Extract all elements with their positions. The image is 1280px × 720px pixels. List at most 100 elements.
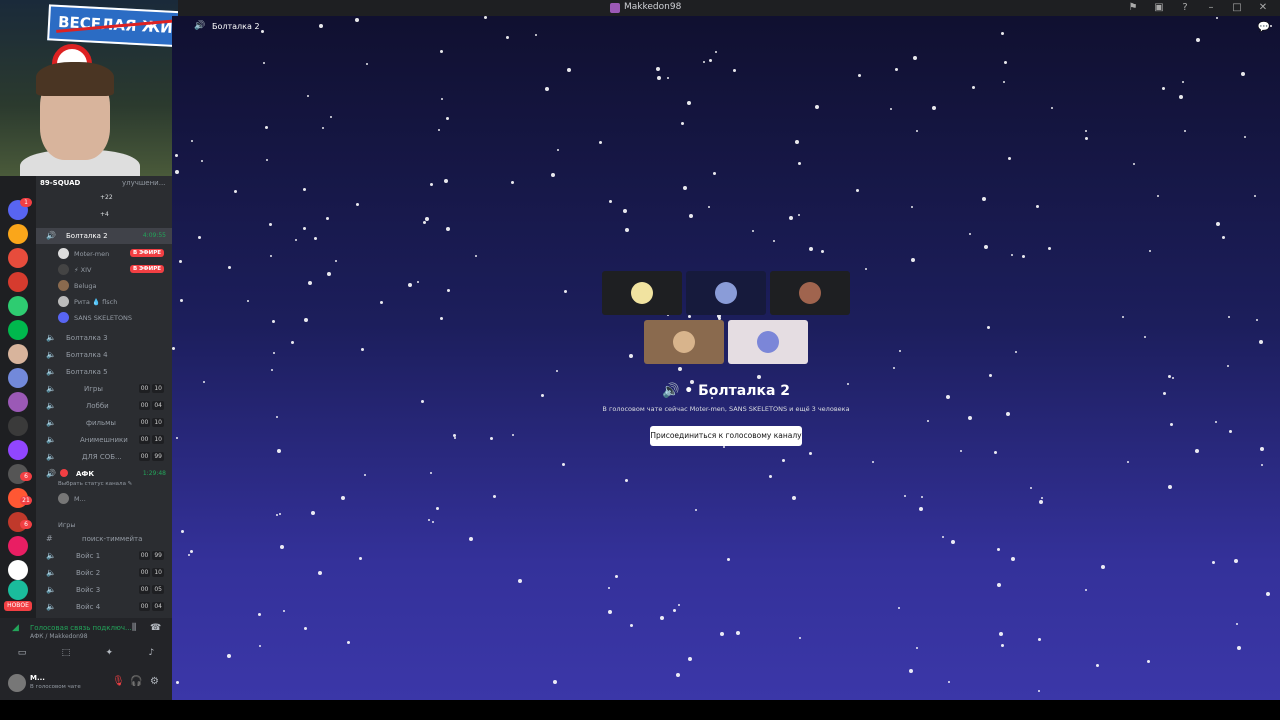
participant-tile[interactable] [602,271,682,315]
voice-user[interactable]: Moter-men В ЭФИРЕ [36,245,172,261]
voice-channel[interactable]: 🔈 Анимешники 00 10 [36,432,172,448]
help-icon[interactable]: ? [1178,2,1192,13]
screen-share-icon[interactable]: ⬚ [62,648,71,658]
server-icon[interactable] [8,580,28,600]
voice-status[interactable]: Голосовая связь подключ... [30,624,132,632]
close-icon[interactable]: ✕ [1256,2,1270,13]
server-icon[interactable] [8,272,28,292]
star [960,450,962,452]
avatar[interactable] [8,674,26,692]
server-badge: 6 [20,472,32,481]
mic-muted-icon[interactable]: 🎙 [112,676,125,687]
star [261,30,264,33]
speaker-icon: 🔈 [46,418,56,427]
star [792,496,796,500]
server-icon[interactable] [8,248,28,268]
star [318,571,322,575]
server-icon[interactable] [8,368,28,388]
voice-channel[interactable]: 🔈 Войс 3 00 05 [36,582,172,598]
category-header[interactable]: Игры [58,521,76,529]
channel-timer: 4:09:55 [142,232,166,239]
pin-icon[interactable]: ⚑ [1126,2,1140,13]
participant-tile[interactable] [770,271,850,315]
star [1011,557,1015,561]
server-icon[interactable] [8,416,28,436]
star [355,18,359,22]
voice-user[interactable]: M... [36,490,172,506]
star [1144,336,1146,338]
voice-channel[interactable]: 🔈 Лобби 00 04 [36,398,172,414]
avatar [631,282,653,304]
server-name[interactable]: 89-SQUAD [40,179,80,187]
channel-status-hint[interactable]: Выбрать статус канала ✎ [58,481,132,487]
star [1039,500,1043,504]
voice-user[interactable]: ⚡ XIV В ЭФИРЕ [36,261,172,277]
star [899,350,901,352]
channel-active[interactable]: 🔊 Болталка 2 4:09:55 [36,228,172,244]
camera-icon[interactable]: ▭ [18,648,27,658]
star [609,200,612,203]
voice-channel[interactable]: 🔈 Игры 00 10 [36,381,172,397]
star [1184,130,1186,132]
participant-tile[interactable] [728,320,808,364]
disconnect-icon[interactable]: ☎ [150,623,161,633]
star [695,509,697,511]
star [190,550,193,553]
voice-channel[interactable]: 🔈 Войс 2 00 10 [36,565,172,581]
maximize-icon[interactable]: □ [1230,2,1244,13]
voice-connection-panel: ◢ Голосовая связь подключ... АФК / Makke… [0,618,172,700]
gear-icon[interactable]: ⚙ [150,676,159,687]
star [408,283,412,287]
voice-user[interactable]: Beluga [36,277,172,293]
star [441,98,443,100]
server-icon[interactable] [8,440,28,460]
voice-channel[interactable]: 🔈 Болталка 5 [36,364,172,380]
voice-user[interactable]: Рита 💧 flsch [36,293,172,309]
star [557,149,559,151]
join-voice-button[interactable]: Присоединиться к голосовому каналу [650,426,802,446]
voice-channel[interactable]: 🔈 Войс 1 00 99 [36,548,172,564]
voice-channel[interactable]: 🔈 ДЛЯ СОБ... 00 99 [36,449,172,465]
server-icon[interactable] [8,320,28,340]
minimize-icon[interactable]: – [1204,2,1218,13]
server-icon[interactable] [8,224,28,244]
star [709,59,712,62]
voice-channel[interactable]: 🔈 фильмы 00 10 [36,415,172,431]
server-icon[interactable] [8,560,28,580]
star [1229,430,1232,433]
star [1008,157,1011,160]
headphones-icon[interactable]: 🎧 [130,676,142,687]
server-icon[interactable] [8,344,28,364]
star [921,496,923,498]
noise-suppression-icon[interactable]: ⫼ [132,623,136,633]
participant-tile[interactable] [644,320,724,364]
soundboard-icon[interactable]: ♪ [149,648,155,658]
star [713,172,716,175]
voice-channel[interactable]: 🔈 Болталка 4 [36,347,172,363]
star [916,130,918,132]
star [1179,95,1183,99]
star [997,583,1001,587]
star [272,320,275,323]
inbox-icon[interactable]: ▣ [1152,2,1166,13]
chat-icon[interactable]: 💬 [1258,22,1270,33]
star [898,607,900,609]
voice-user[interactable]: SANS SKELETONS [36,309,172,325]
activity-icon[interactable]: ✦ [106,648,114,658]
channel-name: Болталка 4 [66,351,108,359]
participant-tile[interactable] [686,271,766,315]
hash-icon: # [46,534,53,543]
voice-channel[interactable]: 🔈 Войс 4 00 04 [36,599,172,615]
star [421,400,424,403]
server-icon[interactable] [8,536,28,556]
afk-channel[interactable]: 🔊 АФК 1:29:48 [36,466,172,482]
text-channel[interactable]: # поиск-тиммейта [36,531,172,547]
star [708,206,710,208]
avatar [58,296,69,307]
star [361,348,364,351]
star [1254,195,1256,197]
voice-channel[interactable]: 🔈 Болталка 3 [36,330,172,346]
star [266,159,268,161]
server-icon[interactable] [8,392,28,412]
server-icon[interactable] [8,296,28,316]
